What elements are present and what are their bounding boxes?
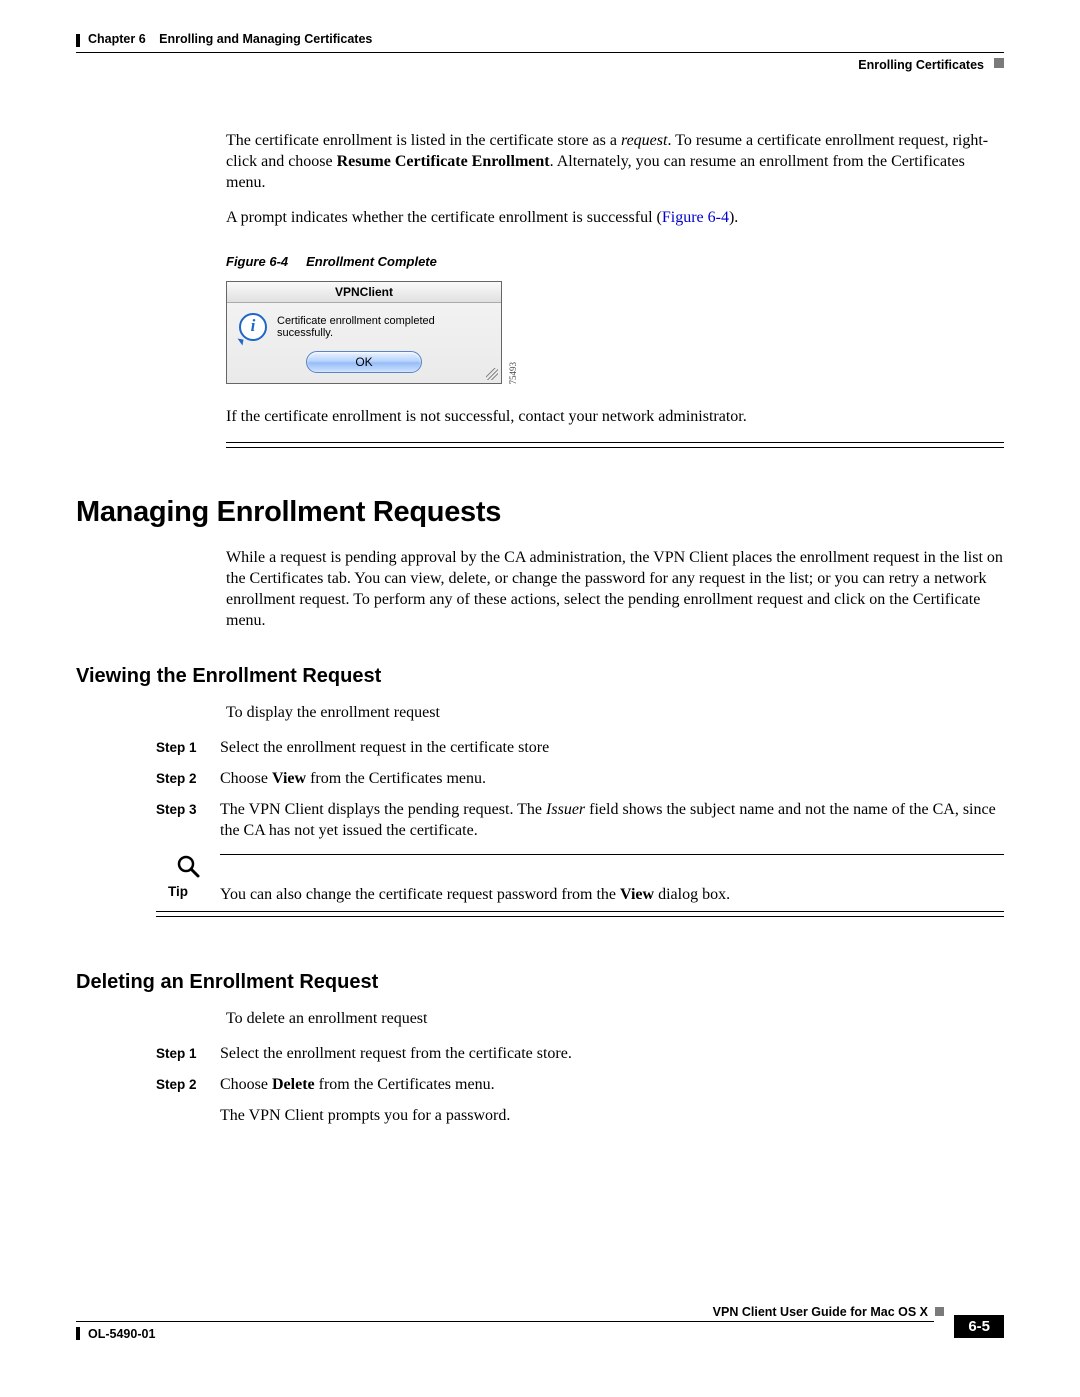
chapter-prefix: Chapter 6 [88,32,146,46]
after-figure-text: If the certificate enrollment is not suc… [226,406,1004,427]
text: The VPN Client prompts you for a passwor… [220,1107,510,1124]
footer-bar-icon [76,1327,80,1340]
magnifier-icon [174,852,202,880]
text: dialog box. [654,886,730,903]
tip-end-rule [156,911,1004,917]
deleting-intro: To delete an enrollment request [226,1008,1004,1029]
figure-link[interactable]: Figure 6-4 [662,209,729,226]
text: Select the enrollment request from the c… [220,1045,572,1062]
menu-view: View [272,770,306,787]
text: ). [729,209,738,226]
page-number-badge: 6-5 [954,1315,1004,1338]
dialog-message: Certificate enrollment completed sucessf… [277,315,489,339]
step-row: Step 1 Select the enrollment request fro… [156,1043,1004,1064]
tip-top-rule [220,854,1004,855]
step-label: Step 2 [156,768,220,789]
menu-delete: Delete [272,1076,315,1093]
dialog-title: VPNClient [227,282,501,303]
tip-text: You can also change the certificate requ… [220,884,1004,905]
guide-title: VPN Client User Guide for Mac OS X [713,1305,928,1319]
step-row: Step 3 The VPN Client displays the pendi… [156,799,1004,841]
section-label: Enrolling Certificates [858,58,984,72]
text: You can also change the certificate requ… [220,886,620,903]
header-square-icon [994,58,1004,68]
figure-image: VPNClient i Certificate enrollment compl… [226,281,1004,384]
dialog-view: View [620,886,654,903]
step-text: The VPN Client displays the pending requ… [220,799,1004,841]
footer-rule [76,1321,934,1322]
text: A prompt indicates whether the certifica… [226,209,662,226]
step-row: Step 1 Select the enrollment request in … [156,737,1004,758]
figure-number: Figure 6-4 [226,254,288,269]
figure-code: 75493 [508,360,518,385]
tip-label-col: Tip [156,884,220,899]
step-text: Choose View from the Certificates menu. [220,768,1004,789]
deleting-intro-p: To delete an enrollment request [226,1008,1004,1029]
step-label: Step 1 [156,737,220,758]
field-issuer: Issuer [546,801,585,818]
resize-grip-icon [486,368,498,380]
section-end-rule [226,442,1004,448]
step-row: Step 2 Choose View from the Certificates… [156,768,1004,789]
text: The VPN Client displays the pending requ… [220,801,546,818]
intro-block: The certificate enrollment is listed in … [226,130,1004,228]
text: from the Certificates menu. [315,1076,495,1093]
chapter-title: Enrolling and Managing Certificates [159,32,372,46]
intro-p1: The certificate enrollment is listed in … [226,130,1004,193]
dialog-body: i Certificate enrollment completed suces… [227,303,501,345]
figure-caption: Figure 6-4 Enrollment Complete [226,254,1004,269]
managing-para: While a request is pending approval by t… [226,547,1004,631]
viewing-steps: Step 1 Select the enrollment request in … [156,737,1004,841]
deleting-steps: Step 1 Select the enrollment request fro… [156,1043,1004,1126]
step-label: Step 3 [156,799,220,841]
text: from the Certificates menu. [306,770,486,787]
viewing-intro: To display the enrollment request [226,702,1004,723]
tip-label: Tip [156,884,220,899]
intro-p2: A prompt indicates whether the certifica… [226,207,1004,228]
term-request: request [621,132,668,149]
viewing-intro-p: To display the enrollment request [226,702,1004,723]
step-text: Select the enrollment request in the cer… [220,737,1004,758]
ok-button[interactable]: OK [306,351,422,373]
heading-deleting: Deleting an Enrollment Request [76,971,1004,994]
document-number: OL-5490-01 [88,1327,155,1341]
header-rule [76,52,1004,53]
figure-title: Enrollment Complete [306,254,437,269]
text: Choose [220,770,272,787]
step-label: Step 2 [156,1074,220,1126]
text: Select the enrollment request in the cer… [220,739,549,756]
page-header: Chapter 6 Enrolling and Managing Certifi… [76,30,1004,90]
step-text: Choose Delete from the Certificates menu… [220,1074,1004,1126]
footer-square-icon [935,1307,944,1316]
tip-block: Tip You can also change the certificate … [156,852,1004,917]
step-text: Select the enrollment request from the c… [220,1043,1004,1064]
step-label: Step 1 [156,1043,220,1064]
content: The certificate enrollment is listed in … [76,130,1004,1126]
heading-viewing: Viewing the Enrollment Request [76,665,1004,688]
info-icon: i [239,313,267,341]
page-footer: VPN Client User Guide for Mac OS X OL-54… [76,1307,1004,1363]
after-fig-p: If the certificate enrollment is not suc… [226,406,1004,427]
tip-icon-col [156,852,220,884]
heading-managing: Managing Enrollment Requests [76,496,1004,529]
managing-p: While a request is pending approval by t… [226,547,1004,631]
chapter-line: Chapter 6 Enrolling and Managing Certifi… [88,32,372,46]
menu-resume-cert: Resume Certificate Enrollment [337,153,550,170]
text: Choose [220,1076,272,1093]
dialog-footer: OK [227,345,501,383]
dialog-box: VPNClient i Certificate enrollment compl… [226,281,502,384]
header-bar-icon [76,34,80,47]
step-row: Step 2 Choose Delete from the Certificat… [156,1074,1004,1126]
page: Chapter 6 Enrolling and Managing Certifi… [0,0,1080,1397]
text: The certificate enrollment is listed in … [226,132,621,149]
